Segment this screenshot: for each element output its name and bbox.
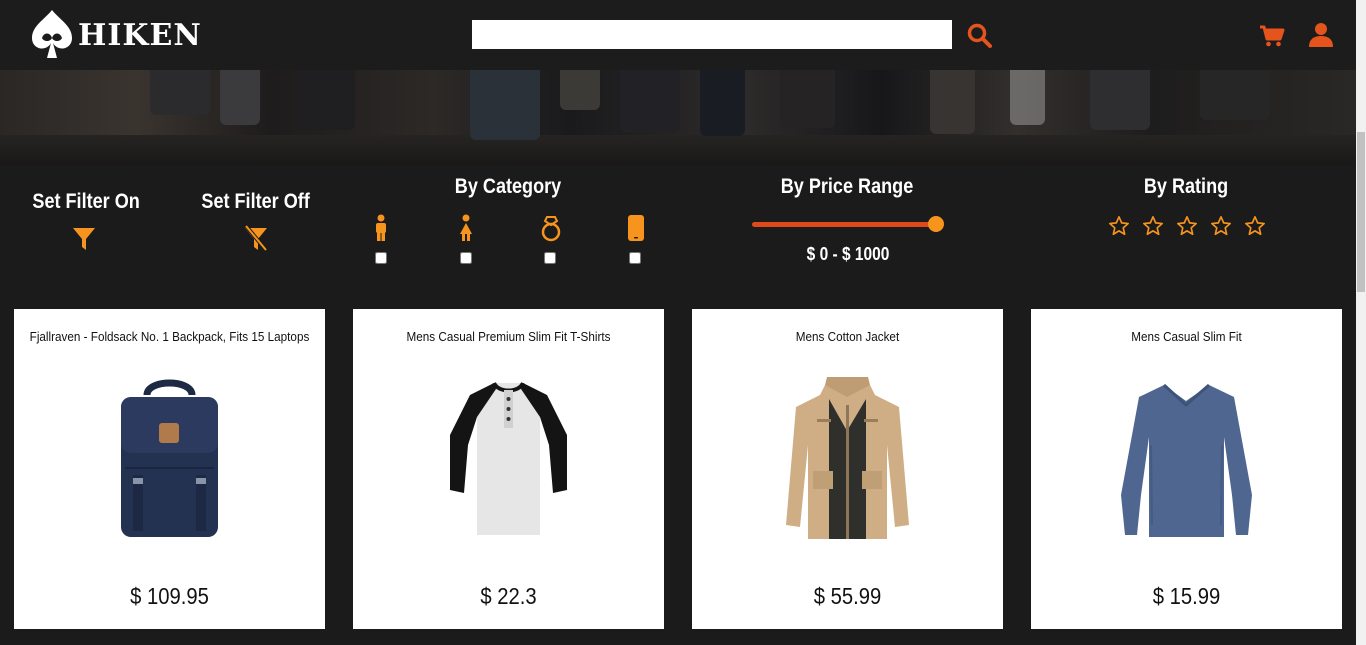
top-navbar: HIKEN [0, 0, 1356, 70]
product-price: $ 15.99 [1152, 583, 1221, 609]
rating-star-1[interactable] [1108, 215, 1130, 237]
rating-star-5[interactable] [1244, 215, 1266, 237]
cart-button[interactable] [1259, 24, 1285, 48]
user-icon [1309, 23, 1333, 47]
product-card[interactable]: Mens Cotton Jacket $ 55.99 [692, 309, 1003, 629]
hero-garment [780, 70, 835, 128]
product-title: Mens Cotton Jacket [795, 329, 900, 344]
cotton-jacket-image [786, 377, 909, 539]
search-button[interactable] [966, 22, 994, 50]
hero-garment [700, 70, 745, 136]
by-rating-label: By Rating [1143, 175, 1229, 198]
product-card[interactable]: Mens Casual Slim Fit $ 15.99 [1031, 309, 1342, 629]
backpack-image [121, 379, 218, 537]
product-price: $ 22.3 [480, 583, 537, 609]
by-category-label: By Category [454, 175, 562, 198]
brand-name: HIKEN [78, 17, 202, 53]
product-title: Fjallraven - Foldsack No. 1 Backpack, Fi… [29, 329, 310, 344]
category-checkbox-women[interactable] [460, 252, 472, 264]
cart-icon [1260, 25, 1285, 47]
brand-logo[interactable]: HIKEN [30, 8, 210, 62]
hero-garment [300, 70, 355, 130]
hero-garment [1010, 70, 1045, 125]
longsleeve-shirt-image [1121, 383, 1252, 537]
filter-on-icon[interactable] [72, 226, 96, 252]
hero-garment [150, 70, 210, 115]
woman-icon [460, 214, 472, 241]
search-icon [967, 23, 992, 48]
hero-garment [1090, 70, 1150, 130]
rating-star-3[interactable] [1176, 215, 1198, 237]
category-checkbox-men[interactable] [375, 252, 387, 264]
price-range-slider-track[interactable] [752, 222, 938, 227]
product-title: Mens Casual Slim Fit [1131, 329, 1242, 344]
rating-star-2[interactable] [1142, 215, 1164, 237]
set-filter-off-label: Set Filter Off [201, 190, 310, 213]
hero-garment [620, 70, 680, 132]
hero-garment [1200, 70, 1270, 120]
rating-star-4[interactable] [1210, 215, 1232, 237]
user-account-button[interactable] [1308, 22, 1334, 48]
hero-garment [930, 70, 975, 134]
by-price-range-label: By Price Range [780, 175, 914, 198]
set-filter-on-label: Set Filter On [32, 190, 140, 213]
search-input[interactable] [472, 20, 952, 49]
raglan-tshirt-image [450, 381, 567, 535]
hero-garment [470, 70, 540, 140]
category-checkbox-electronics[interactable] [629, 252, 641, 264]
hero-banner-image [0, 70, 1356, 165]
page: HIKEN Set Filter On Set Filter Off By Ca… [0, 0, 1366, 645]
man-icon [376, 214, 386, 241]
ring-icon [541, 216, 561, 242]
category-checkbox-jewelery[interactable] [544, 252, 556, 264]
price-range-slider-thumb[interactable] [928, 216, 944, 232]
scrollbar-thumb[interactable] [1357, 132, 1365, 292]
product-title: Mens Casual Premium Slim Fit T-Shirts [406, 329, 611, 344]
product-card[interactable]: Mens Casual Premium Slim Fit T-Shirts $ … [353, 309, 664, 629]
hero-garment [220, 70, 260, 125]
product-price: $ 109.95 [130, 583, 209, 609]
filter-off-icon[interactable] [242, 224, 270, 252]
spade-logo-icon [32, 10, 72, 58]
hero-garment [560, 70, 600, 110]
page-scrollbar[interactable] [1356, 0, 1366, 645]
product-card[interactable]: Fjallraven - Foldsack No. 1 Backpack, Fi… [14, 309, 325, 629]
product-price: $ 55.99 [813, 583, 882, 609]
hero-floor [0, 135, 1356, 165]
phone-icon [628, 215, 644, 241]
price-range-value: $ 0 - $ 1000 [806, 244, 890, 264]
